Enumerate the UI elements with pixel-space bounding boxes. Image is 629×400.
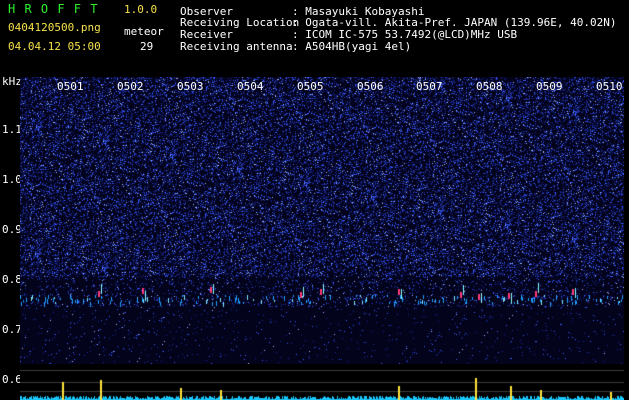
y-tick-label: 0.9: [2, 223, 22, 236]
y-tick-label: 0.8: [2, 273, 22, 286]
info-value-antenna: : A504HB(yagi 4el): [292, 40, 412, 53]
time-tick-label: 0503: [177, 80, 204, 93]
time-tick-label: 0507: [416, 80, 443, 93]
y-tick-label: 0.7: [2, 323, 22, 336]
time-tick-label: 0510: [596, 80, 623, 93]
time-tick-label: 0509: [536, 80, 563, 93]
signal-strength-plot: [20, 364, 624, 400]
time-tick-label: 0502: [117, 80, 144, 93]
file-timestamp: 04.04.12 05:00: [8, 40, 101, 53]
time-tick-label: 0504: [237, 80, 264, 93]
info-key-antenna: Receiving antenna: [180, 40, 293, 53]
app-version: 1.0.0: [124, 3, 158, 16]
app-title: H R O F F T: [8, 2, 99, 16]
time-tick-label: 0505: [297, 80, 324, 93]
y-axis-unit: kHz: [2, 75, 22, 88]
meteor-label: meteor: [124, 25, 164, 38]
hrofft-window: H R O F F T 1.0.0 0404120500.png meteor …: [0, 0, 629, 400]
y-tick-label: 1.1: [2, 123, 22, 136]
time-tick-label: 0508: [476, 80, 503, 93]
meteor-count: 29: [140, 40, 154, 53]
time-tick-label: 0506: [357, 80, 384, 93]
time-tick-label: 0501: [57, 80, 84, 93]
spectrogram: [20, 77, 624, 364]
y-tick-label: 1.0: [2, 173, 22, 186]
y-tick-label: 0.6: [2, 373, 22, 386]
file-name: 0404120500.png: [8, 21, 101, 34]
